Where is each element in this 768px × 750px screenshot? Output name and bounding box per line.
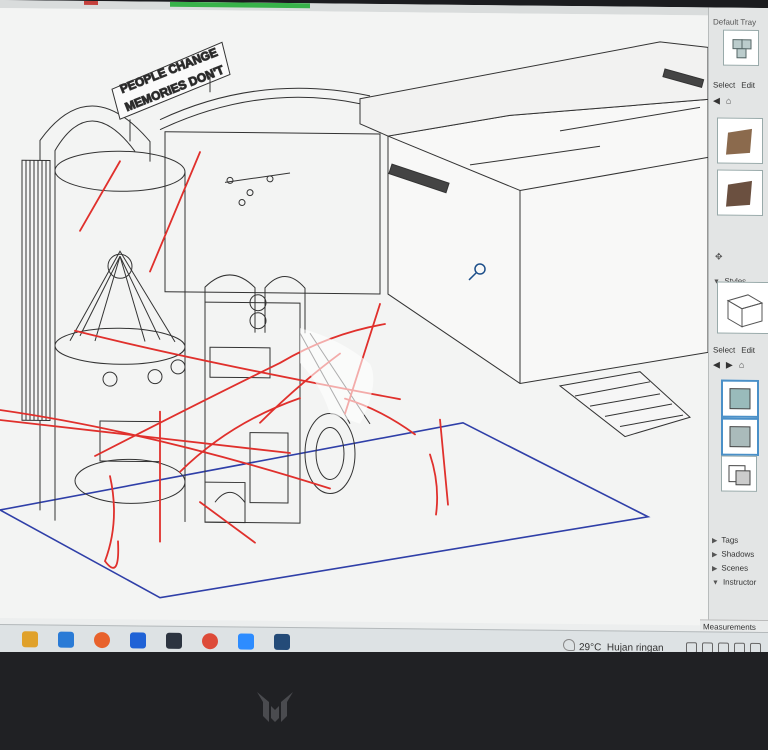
taskbar-apps: [0, 625, 768, 651]
firefox-icon[interactable]: [94, 631, 110, 649]
move-icon[interactable]: ✥: [715, 251, 723, 262]
collapse-arrow-icon: ▼: [712, 579, 719, 587]
laptop-bezel: [0, 652, 768, 750]
edit-tab-2[interactable]: Edit: [741, 346, 755, 355]
forward-arrow-icon[interactable]: ▶: [726, 360, 733, 371]
select-tab[interactable]: Select: [713, 80, 735, 89]
back-arrow-icon[interactable]: ◀: [713, 95, 720, 106]
red-markup: [0, 151, 449, 569]
components-thumbnail[interactable]: [723, 29, 759, 66]
dropbox-icon[interactable]: [130, 632, 146, 649]
home-icon-2[interactable]: ⌂: [739, 360, 744, 371]
reader-icon[interactable]: [166, 632, 182, 649]
progress-indicator: [170, 1, 310, 9]
ground-plane: [0, 422, 651, 599]
tags-panel[interactable]: ▶ Tags: [712, 535, 739, 545]
predator-logo: [257, 692, 293, 722]
chrome-icon[interactable]: [202, 633, 218, 650]
close-indicator: [84, 0, 98, 6]
shadows-panel[interactable]: ▶ Shadows: [712, 549, 755, 559]
home-icon[interactable]: ⌂: [726, 96, 731, 107]
expand-arrow-icon: ▶: [712, 537, 718, 545]
back-arrow-icon-2[interactable]: ◀: [713, 359, 720, 370]
expand-arrow-icon: ▶: [712, 551, 718, 559]
shadows-label: Shadows: [721, 549, 755, 559]
scenes-label: Scenes: [721, 563, 749, 573]
scenes-panel[interactable]: ▶ Scenes: [712, 563, 749, 573]
style-swatch-2[interactable]: [721, 417, 759, 456]
right-building: [359, 41, 708, 438]
sign-board: PEOPLE CHANGE MEMORIES DON'T: [111, 41, 231, 142]
expand-arrow-icon: ▶: [712, 565, 718, 573]
screen: PEOPLE CHANGE MEMORIES DON'T Default Tra…: [0, 0, 768, 661]
style-preview[interactable]: [717, 281, 768, 335]
rain-cloud-icon: [563, 638, 575, 652]
component-item-1[interactable]: [717, 117, 763, 164]
mail-icon[interactable]: [58, 631, 74, 648]
style-swatch-1[interactable]: [721, 379, 759, 418]
tags-label: Tags: [721, 535, 739, 545]
drawing-canvas[interactable]: PEOPLE CHANGE MEMORIES DON'T: [0, 8, 708, 626]
edit-tab[interactable]: Edit: [741, 81, 755, 90]
component-item-2[interactable]: [717, 169, 763, 216]
sketchup-icon[interactable]: [274, 633, 290, 651]
select-tab-2[interactable]: Select: [713, 345, 735, 354]
style-swatch-3[interactable]: [721, 455, 757, 492]
instructor-panel[interactable]: ▼ Instructor: [712, 577, 757, 587]
model-viewport[interactable]: PEOPLE CHANGE MEMORIES DON'T: [0, 8, 708, 625]
file-explorer-icon[interactable]: [22, 631, 38, 648]
tray-title: Default Tray: [713, 17, 757, 27]
zoom-icon[interactable]: [238, 633, 254, 650]
instructor-label: Instructor: [722, 577, 757, 587]
